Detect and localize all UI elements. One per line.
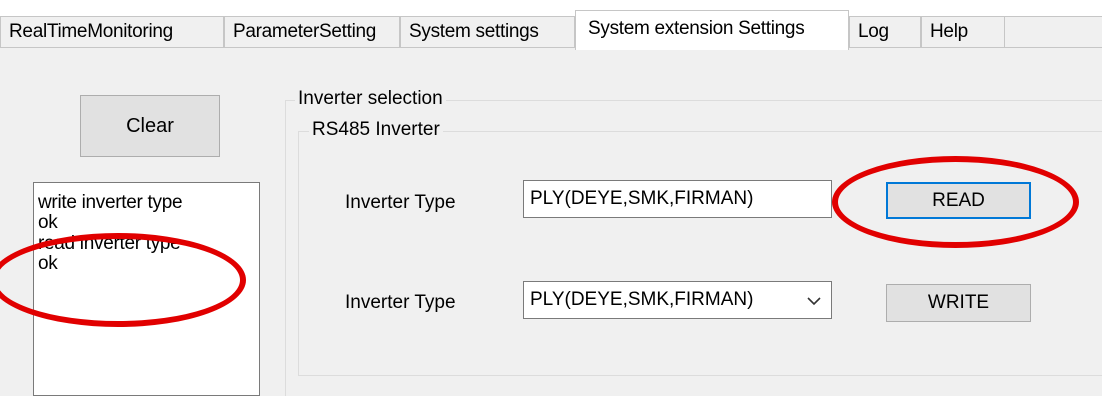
inverter-type-read-label: Inverter Type	[345, 192, 456, 213]
read-button[interactable]: READ	[886, 182, 1031, 219]
write-button[interactable]: WRITE	[886, 284, 1031, 322]
log-line: write inverter type	[38, 192, 183, 212]
rs485-inverter-title: RS485 Inverter	[309, 119, 443, 141]
inverter-type-select[interactable]: PLY(DEYE,SMK,FIRMAN)	[523, 281, 832, 319]
rs485-inverter-group	[298, 131, 1102, 376]
tab-strip-filler	[1005, 16, 1102, 48]
log-line: ok	[38, 253, 58, 274]
tab-realtime-monitoring[interactable]: RealTimeMonitoring	[0, 16, 224, 48]
log-line: ok	[38, 212, 58, 233]
tab-system-extension-settings[interactable]: System extension Settings	[575, 10, 849, 50]
inverter-selection-title: Inverter selection	[295, 88, 446, 110]
log-line: read inverter type	[38, 233, 181, 253]
clear-button[interactable]: Clear	[80, 95, 220, 157]
inverter-type-select-value: PLY(DEYE,SMK,FIRMAN)	[530, 289, 754, 310]
tab-divider	[0, 47, 1102, 48]
log-textbox[interactable]: write inverter type ok read inverter typ…	[33, 182, 260, 396]
tab-parameter-setting[interactable]: ParameterSetting	[224, 16, 400, 48]
tab-log[interactable]: Log	[849, 16, 921, 48]
tab-system-settings[interactable]: System settings	[400, 16, 575, 48]
inverter-type-read-value[interactable]: PLY(DEYE,SMK,FIRMAN)	[523, 180, 832, 218]
tab-help[interactable]: Help	[921, 16, 1005, 48]
inverter-type-write-label: Inverter Type	[345, 292, 456, 313]
chevron-down-icon[interactable]	[805, 292, 823, 316]
